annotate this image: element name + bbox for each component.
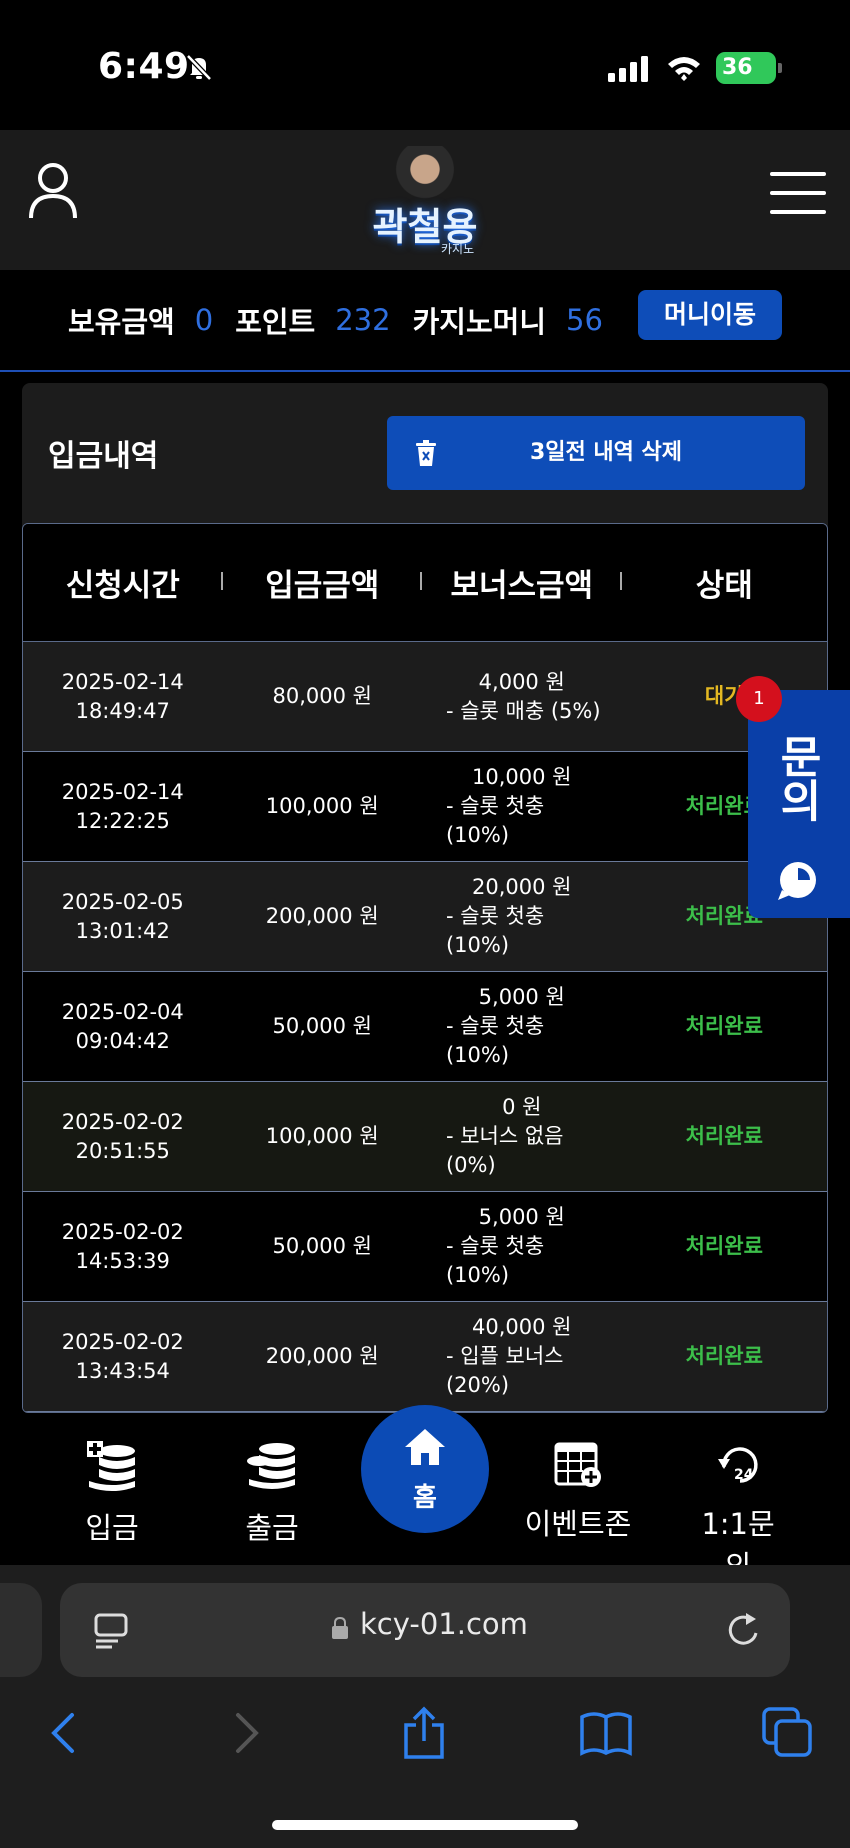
notification-badge: 1: [736, 676, 782, 722]
panel-title: 입금내역: [48, 439, 159, 474]
nav-deposit-label: 입금: [85, 1511, 139, 1545]
request-time-cell: 2025-02-14 18:49:47: [61, 669, 184, 723]
lock-icon: [332, 1617, 348, 1639]
previous-tab-preview[interactable]: [0, 1583, 42, 1677]
inquiry-tab-label: 문의: [771, 734, 822, 822]
table-row: 2025-02-02 14:53:39 50,000 원 5,000 원- 슬롯 …: [23, 1192, 827, 1302]
status-badge: 처리완료: [685, 1124, 763, 1148]
bonus-amount-cell: 0 원- 보너스 없음 (0%): [445, 1095, 564, 1177]
holding-value: 0: [194, 303, 214, 337]
casino-money-label: 카지노머니: [412, 305, 546, 339]
column-header: 상태: [695, 568, 753, 604]
home-icon: [405, 1429, 445, 1465]
bonus-amount-cell: 4,000 원- 슬롯 매충 (5%): [445, 669, 601, 723]
point-label: 포인트: [235, 305, 316, 339]
table-row: 2025-02-02 13:43:54 200,000 원 40,000 원- 입…: [23, 1302, 827, 1412]
tabs-icon[interactable]: [760, 1705, 816, 1761]
table-row: 2025-02-14 12:22:25 100,000 원 10,000 원- 슬…: [23, 752, 827, 862]
deposit-amount-cell: 200,000 원: [265, 1344, 379, 1368]
deposit-amount-cell: 80,000 원: [272, 684, 372, 708]
forward-icon[interactable]: [218, 1705, 274, 1761]
deposit-amount-cell: 50,000 원: [272, 1234, 372, 1258]
column-header: 신청시간: [23, 560, 223, 605]
request-time-cell: 2025-02-04 09:04:42: [61, 999, 184, 1053]
delete-history-label: 3일전 내역 삭제: [529, 440, 683, 465]
status-badge: 처리완료: [685, 1014, 763, 1038]
app-header: 곽철용 카지노: [0, 130, 850, 270]
table-row: 2025-02-04 09:04:42 50,000 원 5,000 원- 슬롯 …: [23, 972, 827, 1082]
wifi-icon: [668, 57, 700, 81]
cellular-signal-icon: [608, 56, 648, 82]
bonus-amount-cell: 10,000 원- 슬롯 첫충 (10%): [445, 765, 572, 847]
deposit-amount-cell: 100,000 원: [265, 794, 379, 818]
browser-toolbar: kcy-01.com: [0, 1565, 850, 1848]
nav-inquiry[interactable]: 24 1:1문의: [690, 1439, 786, 1585]
logo-subtitle: 카지노: [441, 242, 475, 256]
bell-muted-icon: [186, 54, 212, 81]
point-value: 232: [335, 303, 391, 337]
status-badge: 처리완료: [685, 1344, 763, 1368]
deposit-table: 신청시간 입금금액 보너스금액 상태 2025-02-14 18:49:47 80…: [22, 523, 828, 1413]
url-text: kcy-01.com: [360, 1607, 528, 1641]
coins-icon: [247, 1443, 295, 1489]
nav-withdraw[interactable]: 출금: [232, 1439, 312, 1547]
holding-label: 보유금액: [68, 305, 175, 339]
calendar-plus-icon: [554, 1442, 601, 1487]
bottom-nav: 입금 출금 홈 이벤트존 24 1:1문: [0, 1405, 850, 1583]
battery-indicator: 36: [716, 52, 782, 84]
address-bar[interactable]: kcy-01.com: [60, 1583, 790, 1677]
inquiry-floating-tab[interactable]: 문의: [748, 690, 850, 918]
request-time-cell: 2025-02-05 13:01:42: [61, 889, 184, 943]
status-badge: 처리완료: [685, 1234, 763, 1258]
reader-view-icon[interactable]: [94, 1613, 128, 1649]
nav-event-label: 이벤트존: [524, 1507, 632, 1541]
home-indicator: [272, 1820, 578, 1830]
table-row: 2025-02-02 20:51:55 100,000 원 0 원- 보너스 없음…: [23, 1082, 827, 1192]
back-icon[interactable]: [36, 1705, 92, 1761]
bonus-amount-cell: 5,000 원- 슬롯 첫충 (10%): [445, 1205, 565, 1287]
nav-home[interactable]: 홈: [361, 1405, 489, 1533]
casino-money-value: 56: [566, 303, 603, 337]
table-row: 2025-02-14 18:49:47 80,000 원 4,000 원- 슬롯 …: [23, 642, 827, 752]
bookmarks-icon[interactable]: [578, 1705, 634, 1761]
svg-text:24: 24: [734, 1467, 754, 1483]
nav-home-label: 홈: [413, 1483, 437, 1513]
deposit-amount-cell: 200,000 원: [265, 904, 379, 928]
column-header: 보너스금액: [422, 560, 622, 605]
table-header: 신청시간 입금금액 보너스금액 상태: [23, 524, 827, 642]
table-row: 2025-02-05 13:01:42 200,000 원 20,000 원- 슬…: [23, 862, 827, 972]
nav-deposit[interactable]: 입금: [72, 1439, 152, 1547]
deposit-history-panel: 입금내역 3일전 내역 삭제 신청시간 입금금액 보너스금액 상태 2025-0…: [22, 383, 828, 1413]
bonus-amount-cell: 5,000 원- 슬롯 첫충 (10%): [445, 985, 565, 1067]
share-icon[interactable]: [396, 1705, 452, 1761]
request-time-cell: 2025-02-14 12:22:25: [61, 779, 184, 833]
deposit-amount-cell: 50,000 원: [272, 1014, 372, 1038]
status-bar: 6:49 36: [0, 0, 850, 130]
deposit-amount-cell: 100,000 원: [265, 1124, 379, 1148]
chat-bubble-icon: [778, 862, 816, 900]
site-logo[interactable]: 곽철용 카지노: [355, 146, 495, 258]
user-icon[interactable]: [26, 160, 80, 222]
money-transfer-button[interactable]: 머니이동: [638, 290, 782, 340]
request-time-cell: 2025-02-02 20:51:55: [61, 1109, 184, 1163]
nav-event-zone[interactable]: 이벤트존: [520, 1439, 636, 1543]
balance-bar: 보유금액 0 포인트 232 카지노머니 56 머니이동: [0, 270, 850, 372]
delete-history-button[interactable]: 3일전 내역 삭제: [387, 416, 805, 490]
bonus-amount-cell: 20,000 원- 슬롯 첫충 (10%): [445, 875, 572, 957]
bonus-amount-cell: 40,000 원- 입플 보너스 (20%): [445, 1315, 572, 1397]
column-header: 입금금액: [223, 560, 422, 605]
request-time-cell: 2025-02-02 13:43:54: [61, 1329, 184, 1383]
reload-icon[interactable]: [726, 1611, 762, 1649]
request-time-cell: 2025-02-02 14:53:39: [61, 1219, 184, 1273]
coins-plus-icon: [87, 1441, 135, 1491]
status-time: 6:49: [98, 46, 190, 87]
hamburger-menu-icon[interactable]: [770, 172, 826, 214]
nav-withdraw-label: 출금: [245, 1511, 299, 1545]
support-24h-icon: 24: [718, 1447, 758, 1483]
